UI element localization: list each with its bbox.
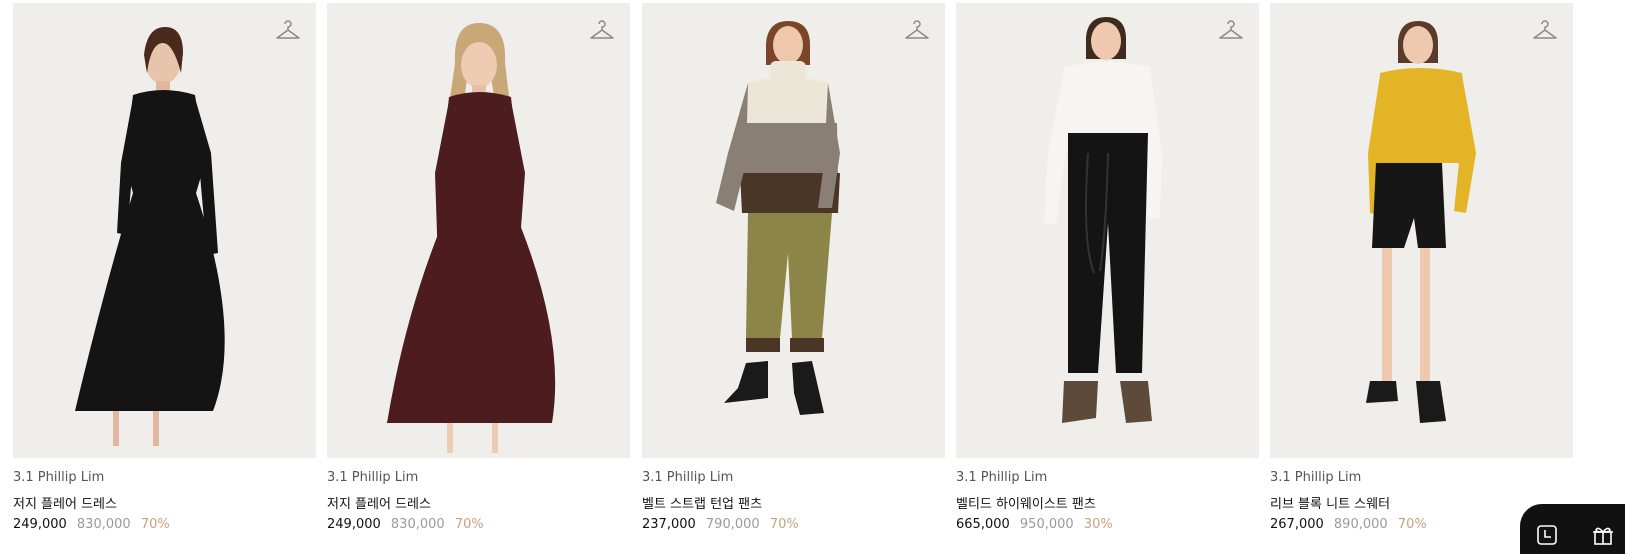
original-price: 950,000: [1019, 517, 1074, 532]
model-photo: [1366, 21, 1476, 423]
sale-price: 249,000: [327, 517, 381, 532]
product-card[interactable]: 3.1 Phillip Lim 리브 블록 니트 스웨터 267,000 890…: [1270, 3, 1573, 540]
sale-price: 665,000: [956, 517, 1010, 532]
product-name[interactable]: 벨티드 하이웨이스트 팬츠: [956, 493, 1096, 512]
product-card[interactable]: 3.1 Phillip Lim 벨티드 하이웨이스트 팬츠 665,000 95…: [956, 3, 1259, 540]
floating-action-button[interactable]: [1520, 504, 1625, 554]
product-image[interactable]: [1270, 3, 1573, 458]
product-card[interactable]: 3.1 Phillip Lim 저지 플레어 드레스 249,000 830,0…: [13, 3, 316, 540]
hanger-icon[interactable]: [588, 17, 616, 45]
price-row: 249,000 830,000 70%: [13, 517, 170, 532]
gift-icon[interactable]: [1592, 524, 1614, 546]
discount-rate: 70%: [140, 517, 170, 532]
discount-rate: 70%: [769, 517, 799, 532]
model-photo: [716, 21, 840, 415]
product-image[interactable]: [642, 3, 945, 458]
hanger-icon[interactable]: [274, 17, 302, 45]
original-price: 890,000: [1333, 517, 1388, 532]
hanger-icon[interactable]: [1531, 17, 1559, 45]
original-price: 790,000: [705, 517, 760, 532]
product-brand[interactable]: 3.1 Phillip Lim: [956, 470, 1047, 485]
price-row: 249,000 830,000 70%: [327, 517, 484, 532]
product-name[interactable]: 저지 플레어 드레스: [327, 493, 431, 512]
hanger-icon[interactable]: [903, 17, 931, 45]
model-photo: [1044, 17, 1162, 423]
discount-rate: 70%: [454, 517, 484, 532]
discount-rate: 70%: [1397, 517, 1427, 532]
sale-price: 249,000: [13, 517, 67, 532]
product-grid: 3.1 Phillip Lim 저지 플레어 드레스 249,000 830,0…: [0, 0, 1625, 540]
product-brand[interactable]: 3.1 Phillip Lim: [13, 470, 104, 485]
price-row: 267,000 890,000 70%: [1270, 517, 1427, 532]
price-row: 665,000 950,000 30%: [956, 517, 1113, 532]
sale-price: 267,000: [1270, 517, 1324, 532]
clock-icon[interactable]: [1536, 524, 1558, 546]
model-photo: [387, 23, 556, 453]
sale-price: 237,000: [642, 517, 696, 532]
product-name[interactable]: 저지 플레어 드레스: [13, 493, 117, 512]
model-photo: [75, 27, 225, 446]
product-image[interactable]: [13, 3, 316, 458]
product-card[interactable]: 3.1 Phillip Lim 벨트 스트랩 턴업 팬츠 237,000 790…: [642, 3, 945, 540]
product-brand[interactable]: 3.1 Phillip Lim: [1270, 470, 1361, 485]
original-price: 830,000: [76, 517, 131, 532]
product-name[interactable]: 리브 블록 니트 스웨터: [1270, 493, 1390, 512]
original-price: 830,000: [390, 517, 445, 532]
price-row: 237,000 790,000 70%: [642, 517, 799, 532]
product-card[interactable]: 3.1 Phillip Lim 저지 플레어 드레스 249,000 830,0…: [327, 3, 630, 540]
product-image[interactable]: [327, 3, 630, 458]
discount-rate: 30%: [1083, 517, 1113, 532]
product-brand[interactable]: 3.1 Phillip Lim: [642, 470, 733, 485]
product-image[interactable]: [956, 3, 1259, 458]
product-brand[interactable]: 3.1 Phillip Lim: [327, 470, 418, 485]
hanger-icon[interactable]: [1217, 17, 1245, 45]
product-name[interactable]: 벨트 스트랩 턴업 팬츠: [642, 493, 762, 512]
